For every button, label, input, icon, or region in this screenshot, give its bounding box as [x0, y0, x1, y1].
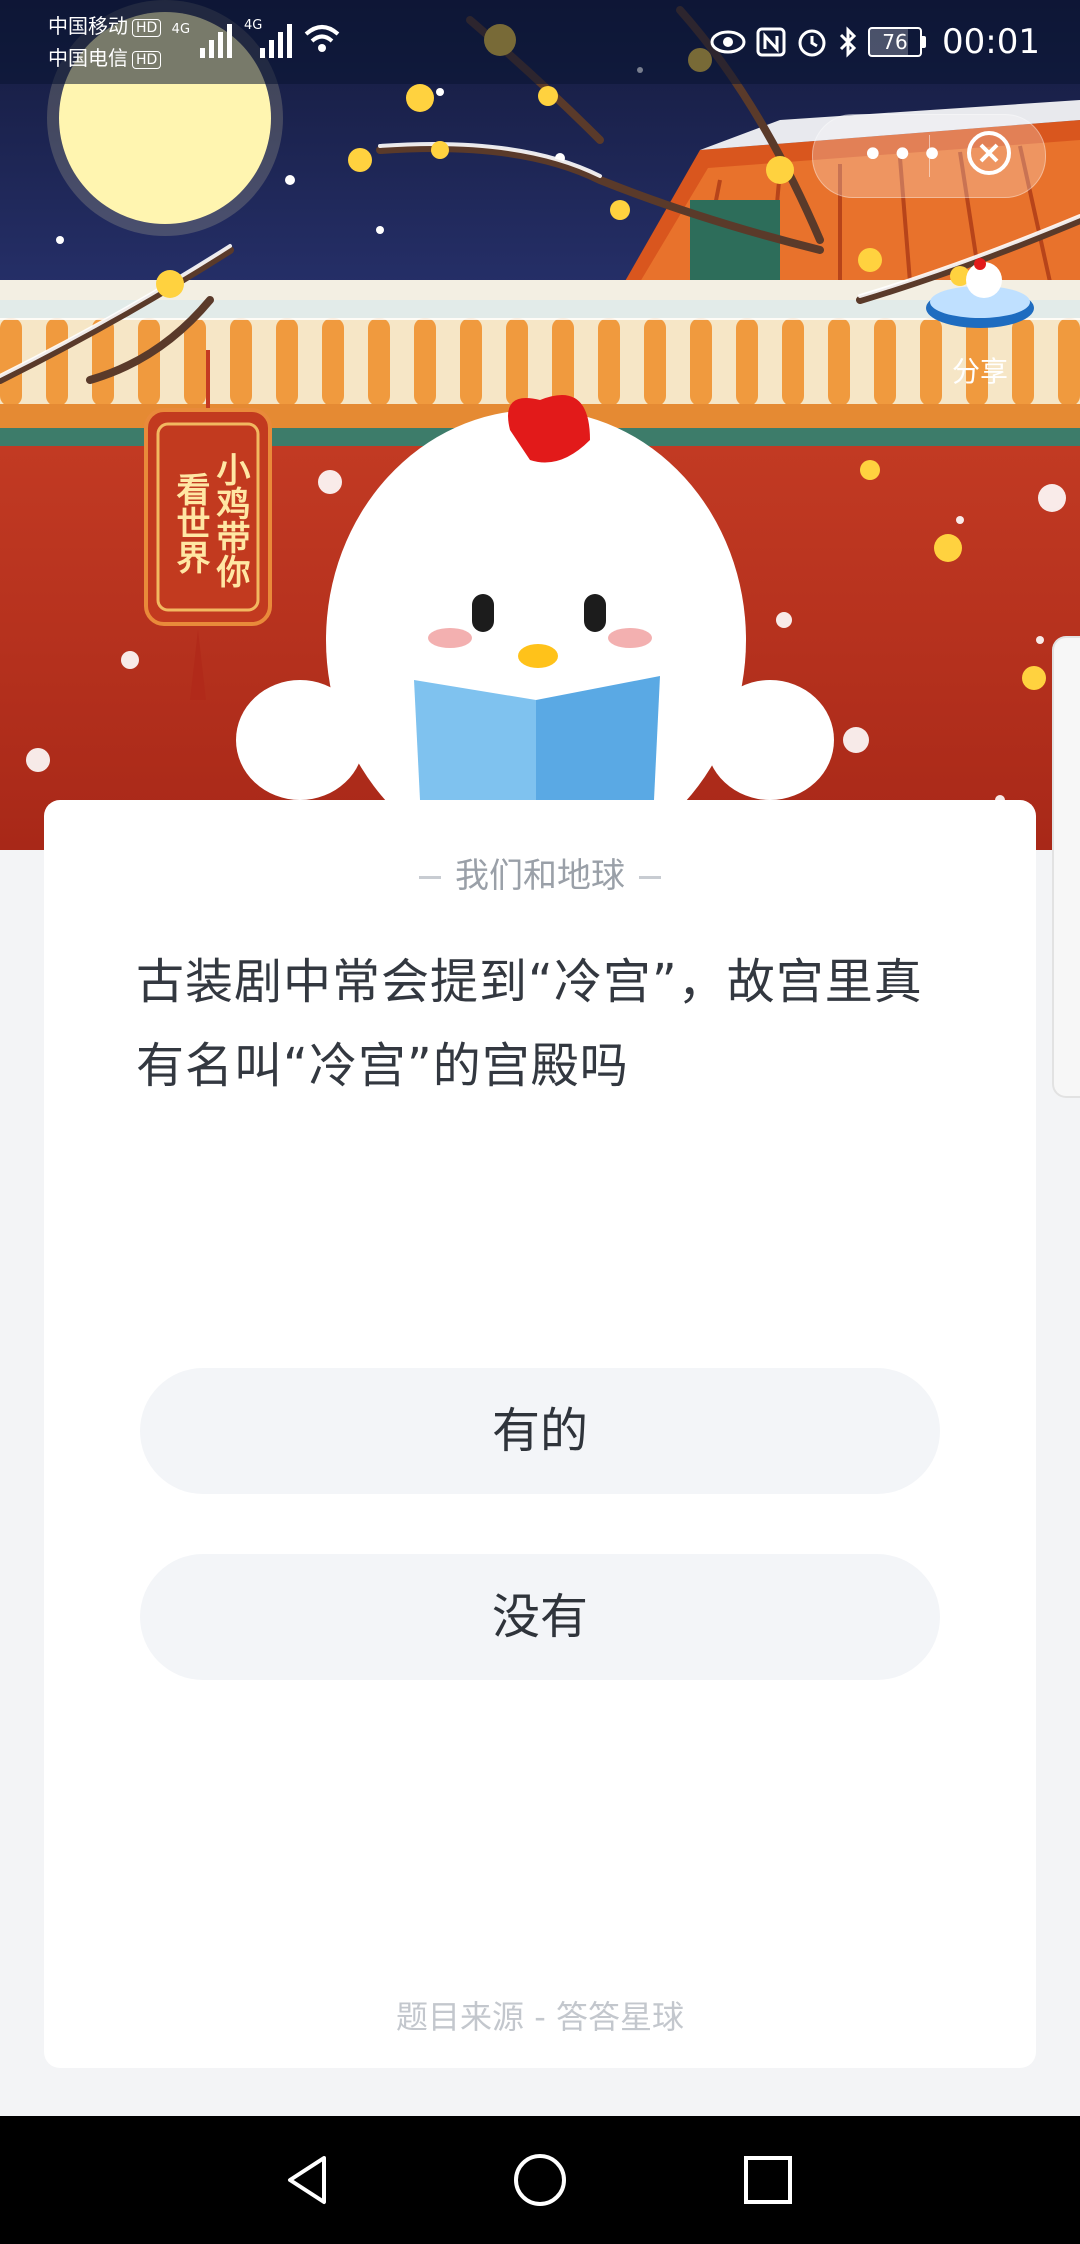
quiz-card: 我们和地球 古装剧中常会提到“冷宫”，故宫里真有名叫“冷宫”的宫殿吗 有的 没有… [44, 800, 1036, 2068]
close-circle-icon[interactable] [965, 129, 1013, 177]
hd-badge: HD [132, 50, 162, 69]
topic-heading: 我们和地球 [44, 848, 1036, 897]
tag-text-line1: 小鸡带你 [210, 452, 250, 588]
question-text: 古装剧中常会提到“冷宫”，故宫里真有名叫“冷宫”的宫殿吗 [136, 954, 923, 1094]
answer-option-no[interactable]: 没有 [140, 1554, 940, 1680]
answer-option-yes[interactable]: 有的 [140, 1368, 940, 1494]
status-bar: 中国移动 HD 4G 中国电信 HD 4G 76 00:01 [0, 0, 1080, 84]
share-bowl-icon [926, 258, 1034, 328]
question-source: 题目来源 - 答答星球 [396, 1998, 684, 2036]
share-button[interactable]: 分享 [920, 250, 1040, 390]
edge-handle[interactable] [1052, 636, 1080, 1098]
carrier-2: 中国电信 HD [48, 46, 162, 70]
bluetooth-icon [839, 26, 857, 58]
more-dots-icon[interactable]: ••• [861, 135, 950, 175]
hd-badge: HD [132, 18, 162, 37]
tag-text-line2: 看世界 [170, 472, 210, 574]
capsule-menu: ••• [812, 114, 1046, 198]
clock: 00:01 [942, 22, 1040, 62]
eye-comfort-icon [710, 30, 746, 54]
battery-indicator: 76 [868, 27, 927, 57]
share-label: 分享 [951, 355, 1008, 388]
alarm-icon [798, 29, 826, 57]
home-circle-icon[interactable] [508, 2148, 572, 2212]
recent-square-icon[interactable] [736, 2148, 800, 2212]
topic-label: 我们和地球 [455, 856, 625, 896]
battery-level: 76 [868, 27, 923, 57]
system-nav-bar [0, 2116, 1080, 2244]
back-triangle-icon[interactable] [276, 2148, 340, 2212]
wifi-icon [304, 25, 340, 52]
carrier-1: 中国移动 HD 4G [48, 14, 191, 38]
signal-icon-2 [260, 24, 292, 58]
nfc-icon [756, 27, 786, 57]
signal-icon [200, 24, 232, 58]
